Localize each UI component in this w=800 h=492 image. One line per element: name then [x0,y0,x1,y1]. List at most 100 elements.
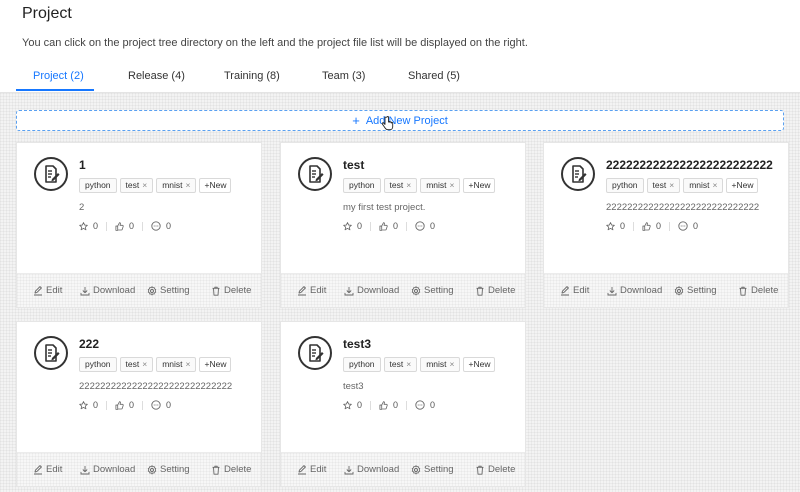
tab-release[interactable]: Release (4) [128,70,185,82]
comment-count[interactable]: 0 [151,221,171,231]
project-card[interactable]: test3 python test × mnist × +New test3 0 0 0 [280,321,526,487]
download-button[interactable]: Download [344,464,399,475]
tag[interactable]: test × [119,178,154,193]
project-card[interactable]: 222 python test × mnist × +New 22222222222222… [16,321,262,487]
tag-close-icon[interactable]: × [669,180,674,190]
tag[interactable]: mnist × [156,357,197,372]
project-description: my first test project. [343,202,426,213]
project-stats: 0 0 0 [343,221,435,231]
comment-icon [678,221,688,231]
comment-count[interactable]: 0 [151,400,171,410]
download-button[interactable]: Download [344,285,399,296]
star-count[interactable]: 0 [343,400,362,410]
tag-close-icon[interactable]: × [142,359,147,369]
project-card[interactable]: 2222222222222222222222222 python test × mni… [543,142,789,308]
add-new-project-button[interactable]: + Add New Project [16,110,784,131]
like-count[interactable]: 0 [115,221,134,231]
comment-count[interactable]: 0 [678,221,698,231]
edit-label: Edit [46,464,63,475]
new-tag-button[interactable]: +New [463,357,496,372]
tag[interactable]: test × [646,178,681,193]
tag[interactable]: mnist × [683,178,724,193]
download-button[interactable]: Download [80,464,135,475]
delete-label: Delete [224,464,252,475]
project-title[interactable]: 2222222222222222222222222 [606,158,773,172]
tag[interactable]: mnist × [420,357,461,372]
edit-button[interactable]: Edit [297,285,326,296]
edit-button[interactable]: Edit [33,285,62,296]
edit-label: Edit [310,464,327,475]
project-card[interactable]: 1 python test × mnist × +New 2 0 0 0 Edi… [16,142,262,308]
delete-button[interactable]: Delete [475,464,515,475]
tag[interactable]: python [343,357,381,372]
delete-button[interactable]: Delete [211,285,251,296]
tag-close-icon[interactable]: × [406,180,411,190]
project-title[interactable]: test3 [343,337,371,351]
setting-button[interactable]: Setting [411,464,454,475]
like-count[interactable]: 0 [115,400,134,410]
tag[interactable]: test × [383,357,418,372]
setting-label: Setting [424,464,454,475]
like-count[interactable]: 0 [379,400,398,410]
comment-count[interactable]: 0 [415,221,435,231]
comment-icon [151,400,161,410]
stat-divider [669,221,671,231]
setting-button[interactable]: Setting [147,285,190,296]
tag-close-icon[interactable]: × [406,359,411,369]
tag-close-icon[interactable]: × [142,180,147,190]
stat-divider [142,221,144,231]
star-count[interactable]: 0 [79,400,98,410]
project-description: test3 [343,381,364,392]
new-tag-button[interactable]: +New [199,357,232,372]
setting-button[interactable]: Setting [411,285,454,296]
tag-close-icon[interactable]: × [450,359,455,369]
project-title[interactable]: test [343,158,364,172]
comment-count[interactable]: 0 [415,400,435,410]
tag-close-icon[interactable]: × [186,359,191,369]
page-description: You can click on the project tree direct… [22,37,528,49]
tab-team[interactable]: Team (3) [322,70,365,82]
download-icon [80,465,90,474]
tag-label: test [389,180,404,190]
delete-label: Delete [751,285,779,296]
like-count[interactable]: 0 [642,221,661,231]
tag[interactable]: mnist × [156,178,197,193]
tag-close-icon[interactable]: × [713,180,718,190]
star-count[interactable]: 0 [343,221,362,231]
edit-button[interactable]: Edit [33,464,62,475]
star-count[interactable]: 0 [79,221,98,231]
project-tags: python test × mnist × +New [343,178,509,196]
project-document-icon [34,336,68,370]
like-count[interactable]: 0 [379,221,398,231]
tag[interactable]: python [79,178,117,193]
download-button[interactable]: Download [80,285,135,296]
project-title[interactable]: 222 [79,337,99,351]
tag[interactable]: python [79,357,117,372]
tag-close-icon[interactable]: × [186,180,191,190]
new-tag-button[interactable]: +New [463,178,496,193]
tab-training[interactable]: Training (8) [224,70,280,82]
edit-button[interactable]: Edit [297,464,326,475]
trash-icon [739,286,747,296]
project-title[interactable]: 1 [79,158,86,172]
star-count[interactable]: 0 [606,221,625,231]
tag[interactable]: test × [383,178,418,193]
tag[interactable]: python [343,178,381,193]
new-tag-button[interactable]: +New [199,178,232,193]
tag[interactable]: python [606,178,644,193]
stat-divider [106,221,108,231]
download-button[interactable]: Download [607,285,662,296]
tag[interactable]: mnist × [420,178,461,193]
setting-button[interactable]: Setting [674,285,717,296]
new-tag-button[interactable]: +New [726,178,759,193]
tag[interactable]: test × [119,357,154,372]
tab-shared[interactable]: Shared (5) [408,70,460,82]
project-card[interactable]: test python test × mnist × +New my first test… [280,142,526,308]
tab-project[interactable]: Project (2) [33,70,84,82]
delete-button[interactable]: Delete [738,285,778,296]
delete-button[interactable]: Delete [475,285,515,296]
delete-button[interactable]: Delete [211,464,251,475]
edit-button[interactable]: Edit [560,285,589,296]
tag-close-icon[interactable]: × [450,180,455,190]
setting-button[interactable]: Setting [147,464,190,475]
